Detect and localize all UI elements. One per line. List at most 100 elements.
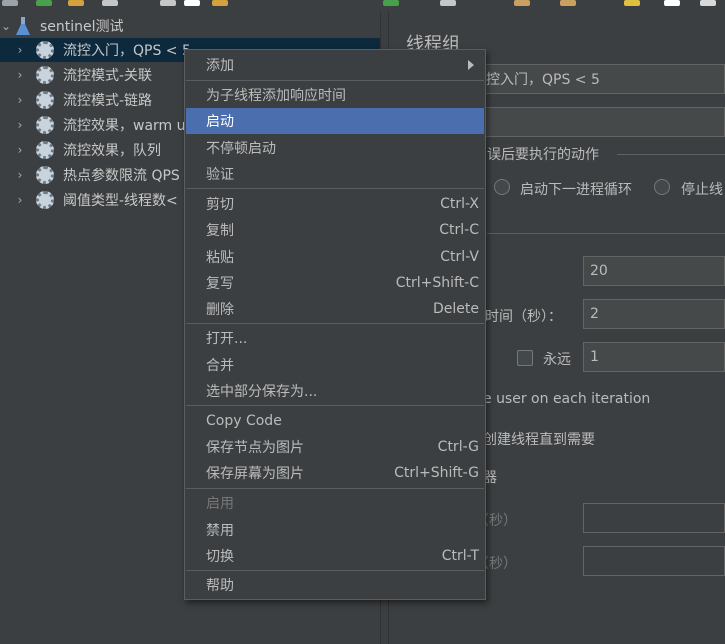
menu-item-add-think-times[interactable]: 为子线程添加响应时间 xyxy=(186,82,484,108)
rampup-field[interactable]: 2 xyxy=(583,299,725,329)
menu-item-label: 剪切 xyxy=(206,197,234,213)
menu-item-label: 为子线程添加响应时间 xyxy=(206,88,346,104)
menu-item-label: 保存节点为图片 xyxy=(206,440,304,456)
menu-item-merge[interactable]: 合并 xyxy=(186,352,484,378)
menu-item-disable[interactable]: 禁用 xyxy=(186,517,484,543)
collapse-arrow-icon[interactable]: ⌄ xyxy=(0,19,12,33)
thread-group-gear-icon xyxy=(36,66,54,84)
loop-count-field[interactable]: 1 xyxy=(583,342,725,372)
menu-item-save-screen-as-image[interactable]: 保存屏幕为图片 Ctrl+Shift-G xyxy=(186,460,484,486)
tree-node-label: 阈值类型-线程数< xyxy=(63,193,178,209)
menu-item-save-selection-as[interactable]: 选中部分保存为... xyxy=(186,378,484,404)
context-menu: 添加 为子线程添加响应时间 启动 不停顿启动 验证 剪切 Ctrl-X 复制 C… xyxy=(184,49,486,600)
menu-separator xyxy=(186,323,484,324)
delay-create-label: 创建线程直到需要 xyxy=(483,432,595,448)
toolbar-search-icon[interactable] xyxy=(560,0,576,6)
tree-node-label: 流控模式-关联 xyxy=(63,68,153,84)
toolbar-open-icon[interactable] xyxy=(68,0,84,6)
submenu-arrow-icon xyxy=(468,60,474,70)
tree-node-label: 流控效果，warm up xyxy=(63,118,195,134)
name-field-value: 控入门，QPS < 5 xyxy=(486,72,600,88)
menu-item-shortcut: Ctrl-V xyxy=(440,249,479,265)
toolbar-cut-icon[interactable] xyxy=(160,0,176,6)
menu-item-label: 粘贴 xyxy=(206,250,234,266)
menu-item-shortcut: Delete xyxy=(433,301,479,317)
menu-item-label: 复制 xyxy=(206,223,234,239)
menu-separator xyxy=(186,80,484,81)
tree-node-label: 热点参数限流 QPS xyxy=(63,168,180,184)
menu-item-shortcut: Ctrl-X xyxy=(440,196,479,212)
menu-item-shortcut: Ctrl-T xyxy=(441,548,479,564)
toolbar-warning-icon[interactable] xyxy=(700,0,716,6)
thread-group-gear-icon xyxy=(36,91,54,109)
menu-item-label: 禁用 xyxy=(206,523,234,539)
test-plan-flask-icon xyxy=(16,17,30,35)
menu-item-label: 帮助 xyxy=(206,578,234,594)
menu-item-label: 打开... xyxy=(206,331,248,347)
startup-delay-field[interactable] xyxy=(583,546,725,576)
menu-item-cut[interactable]: 剪切 Ctrl-X xyxy=(186,191,484,217)
menu-item-toggle[interactable]: 切换 Ctrl-T xyxy=(186,543,484,569)
menu-separator xyxy=(186,570,484,571)
toolbar-run-icon[interactable] xyxy=(383,0,399,6)
menu-item-help[interactable]: 帮助 xyxy=(186,572,484,598)
menu-item-enable: 启用 xyxy=(186,490,484,516)
menu-item-label: 启动 xyxy=(206,114,234,130)
menu-item-validate[interactable]: 验证 xyxy=(186,161,484,187)
toolbar-stop-icon[interactable] xyxy=(440,0,456,6)
toolbar-copy-icon[interactable] xyxy=(184,0,200,6)
toolbar-save-icon[interactable] xyxy=(102,0,118,6)
menu-item-paste[interactable]: 粘贴 Ctrl-V xyxy=(186,244,484,270)
menu-item-label: 选中部分保存为... xyxy=(206,384,318,400)
menu-item-shortcut: Ctrl+Shift-G xyxy=(394,465,479,481)
duration-field[interactable] xyxy=(583,503,725,533)
menu-item-copy-code[interactable]: Copy Code xyxy=(186,408,484,434)
menu-item-label: 验证 xyxy=(206,167,234,183)
menu-item-shortcut: Ctrl-G xyxy=(437,439,479,455)
section-divider xyxy=(487,233,725,234)
radio-stop-thread[interactable] xyxy=(654,179,670,195)
menu-item-shortcut: Ctrl-C xyxy=(439,222,479,238)
toolbar-help-icon[interactable] xyxy=(664,0,680,6)
toolbar-paste-icon[interactable] xyxy=(212,0,228,6)
menu-item-duplicate[interactable]: 复写 Ctrl+Shift-C xyxy=(186,270,484,296)
expand-arrow-icon[interactable]: › xyxy=(14,93,26,107)
loop-count-value: 1 xyxy=(590,349,599,365)
expand-arrow-icon[interactable]: › xyxy=(14,168,26,182)
menu-item-start-no-pauses[interactable]: 不停顿启动 xyxy=(186,135,484,161)
menu-item-save-node-as-image[interactable]: 保存节点为图片 Ctrl-G xyxy=(186,434,484,460)
menu-item-label: 添加 xyxy=(206,58,234,74)
toolbar-new-icon[interactable] xyxy=(2,0,18,6)
menu-separator xyxy=(186,405,484,406)
expand-arrow-icon[interactable]: › xyxy=(14,143,26,157)
tree-node-label: 流控效果，队列 xyxy=(63,143,161,159)
tree-root[interactable]: ⌄ sentinel测试 xyxy=(0,14,380,38)
tree-node-label: 流控模式-链路 xyxy=(63,93,153,109)
forever-label: 永远 xyxy=(543,352,571,368)
menu-item-add[interactable]: 添加 xyxy=(186,52,484,78)
expand-arrow-icon[interactable]: › xyxy=(14,193,26,207)
menu-item-label: 复写 xyxy=(206,276,234,292)
expand-arrow-icon[interactable]: › xyxy=(14,43,26,57)
forever-checkbox[interactable] xyxy=(517,350,533,366)
menu-item-label: 删除 xyxy=(206,302,234,318)
menu-item-label: 保存屏幕为图片 xyxy=(206,466,304,482)
menu-item-start[interactable]: 启动 xyxy=(186,108,484,134)
expand-arrow-icon[interactable]: › xyxy=(14,68,26,82)
menu-item-label: 不停顿启动 xyxy=(206,141,276,157)
menu-item-shortcut: Ctrl+Shift-C xyxy=(395,275,479,291)
thread-count-field[interactable]: 20 xyxy=(583,256,725,286)
radio-next-loop[interactable] xyxy=(494,179,510,195)
thread-group-gear-icon xyxy=(36,166,54,184)
thread-group-gear-icon xyxy=(36,41,54,59)
toolbar-clear-icon[interactable] xyxy=(514,0,530,6)
menu-item-copy[interactable]: 复制 Ctrl-C xyxy=(186,217,484,243)
toolbar-function-icon[interactable] xyxy=(624,0,640,6)
tree-node-label: 流控入门，QPS < 5 xyxy=(63,43,191,59)
menu-item-open[interactable]: 打开... xyxy=(186,325,484,351)
toolbar-templates-icon[interactable] xyxy=(36,0,52,6)
menu-item-delete[interactable]: 删除 Delete xyxy=(186,296,484,322)
rampup-label: 时间（秒）： xyxy=(485,309,562,325)
section-border xyxy=(617,154,725,155)
expand-arrow-icon[interactable]: › xyxy=(14,118,26,132)
